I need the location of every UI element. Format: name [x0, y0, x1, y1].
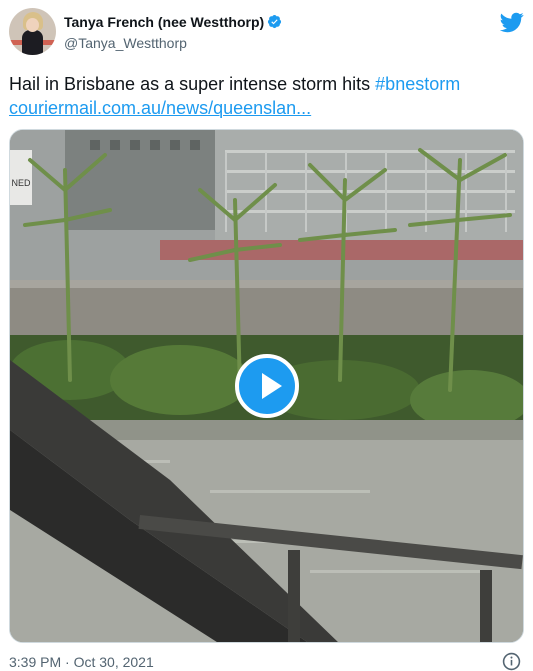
sign-text: NED: [11, 178, 31, 188]
tweet-timestamp[interactable]: 3:39 PM · Oct 30, 2021: [9, 654, 154, 670]
info-icon[interactable]: [502, 652, 521, 671]
twitter-bird-icon[interactable]: [500, 10, 524, 34]
tweet-header: Tanya French (nee Westthorp) @Tanya_West…: [9, 8, 524, 58]
tweet-body: Hail in Brisbane as a super intense stor…: [9, 74, 376, 94]
tweet-text: Hail in Brisbane as a super intense stor…: [9, 72, 524, 120]
user-handle[interactable]: @Tanya_Westthorp: [64, 35, 187, 51]
display-name-row[interactable]: Tanya French (nee Westthorp): [64, 14, 282, 30]
avatar[interactable]: [9, 8, 56, 55]
hashtag-link[interactable]: #bnestorm: [375, 74, 460, 94]
video-player[interactable]: NED: [9, 129, 524, 643]
play-button[interactable]: [235, 354, 299, 418]
verified-badge-icon: [268, 14, 282, 29]
article-link[interactable]: couriermail.com.au/news/queenslan...: [9, 98, 311, 118]
display-name[interactable]: Tanya French (nee Westthorp): [64, 14, 264, 30]
